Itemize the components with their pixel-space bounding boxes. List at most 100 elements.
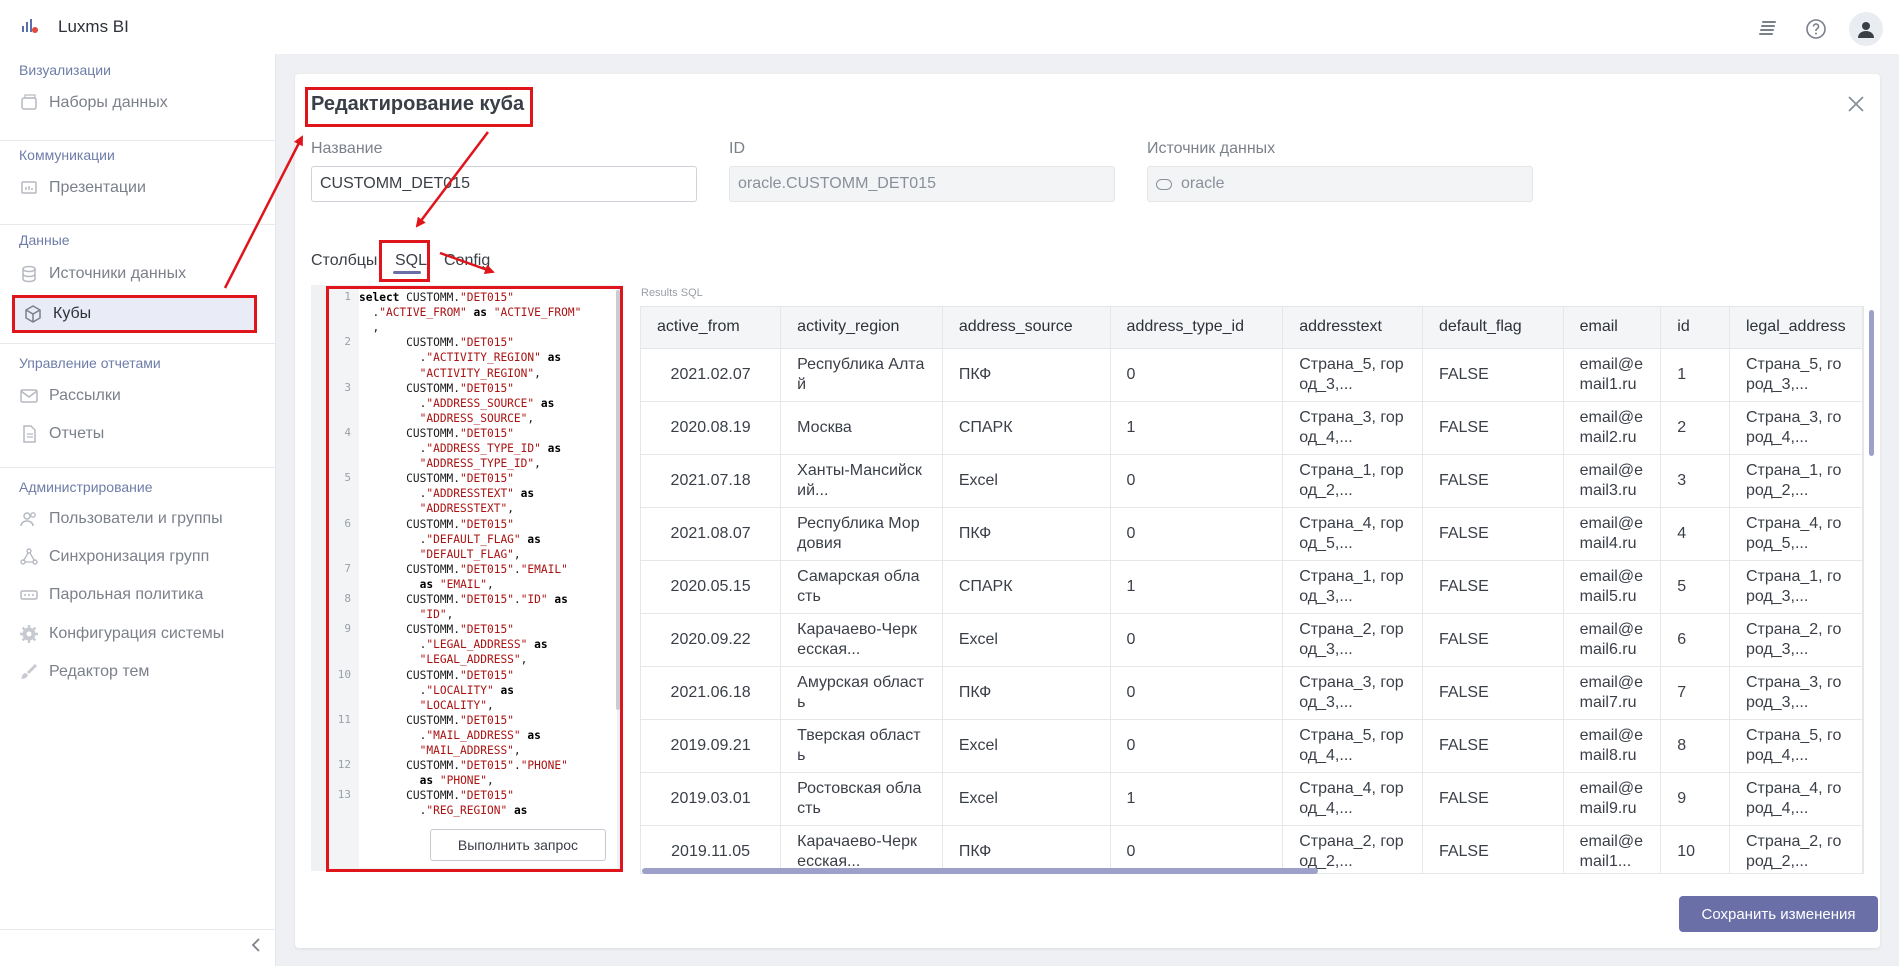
column-header-addresstext[interactable]: addresstext <box>1282 307 1423 349</box>
table-cell: 0 <box>1110 825 1284 873</box>
table-cell: Страна_1, город_2,... <box>1729 454 1863 508</box>
sidebar-item-mailings[interactable]: Рассылки <box>19 381 121 411</box>
line-number: 10 <box>337 667 351 681</box>
table-cell: 2021.06.18 <box>641 666 782 720</box>
table-cell: 8 <box>1660 719 1730 773</box>
line-number: 3 <box>344 380 351 394</box>
table-cell: Карачаево-Черкесская... <box>780 825 943 873</box>
sidebar-item-data-sources[interactable]: Источники данных <box>19 259 186 289</box>
tab-columns[interactable]: Столбцы <box>311 252 377 270</box>
table-cell: 1 <box>1110 401 1284 455</box>
sidebar-item-system-config[interactable]: Конфигурация системы <box>19 619 224 649</box>
table-cell: 2020.08.19 <box>641 401 782 455</box>
table-cell: ПКФ <box>942 507 1111 561</box>
gear-icon <box>20 625 38 643</box>
table-cell: Тверская область <box>780 719 943 773</box>
sidebar-item-label: Отчеты <box>49 425 105 442</box>
line-number: 12 <box>337 758 351 772</box>
table-cell: Страна_2, город_2,... <box>1729 825 1863 873</box>
table-cell: Москва <box>780 401 943 455</box>
sidebar-item-users-groups[interactable]: Пользователи и группы <box>19 504 223 534</box>
table-cell: Страна_5, город_4,... <box>1729 719 1863 773</box>
table-cell: FALSE <box>1422 772 1564 826</box>
table-cell: 2019.09.21 <box>641 719 782 773</box>
sidebar-item-label: Кубы <box>53 305 92 322</box>
table-vertical-scrollbar[interactable] <box>1869 310 1874 456</box>
column-header-active_from[interactable]: active_from <box>641 307 782 349</box>
table-cell: 1 <box>1660 348 1730 402</box>
column-header-activity_region[interactable]: activity_region <box>780 307 943 349</box>
table-cell: Страна_3, город_4,... <box>1282 401 1423 455</box>
table-cell: FALSE <box>1422 613 1564 667</box>
sidebar-section-reports: Управление отчетами <box>19 355 161 371</box>
table-cell: Республика Мордовия <box>780 507 943 561</box>
table-horizontal-scrollbar[interactable] <box>642 868 1318 874</box>
sidebar-item-datasets[interactable]: Наборы данных <box>19 88 168 118</box>
table-cell: СПАРК <box>942 401 1111 455</box>
app-title[interactable]: Luxms BI <box>58 17 129 37</box>
column-header-legal_address[interactable]: legal_address <box>1729 307 1863 349</box>
name-input[interactable]: CUSTOMM_DET015 <box>311 166 697 202</box>
table-cell: Страна_4, город_5,... <box>1282 507 1423 561</box>
table-cell: email@email3.ru <box>1563 454 1662 508</box>
table-cell: email@email2.ru <box>1563 401 1662 455</box>
line-number: 8 <box>344 592 351 605</box>
sidebar-section-visualizations: Визуализации <box>19 62 111 78</box>
help-icon[interactable] <box>1801 14 1831 44</box>
line-number: 1 <box>344 290 351 303</box>
sidebar-item-group-sync[interactable]: Синхронизация групп <box>19 542 209 572</box>
table-row: 2021.08.07 Республика Мордовия ПКФ 0 Страна_… <box>641 507 1863 561</box>
source-pill-icon <box>1156 178 1172 190</box>
save-changes-button[interactable]: Сохранить изменения <box>1679 896 1878 932</box>
sidebar-item-label: Синхронизация групп <box>49 548 210 565</box>
table-row: 2020.05.15 Самарская область СПАРК 1 Страна_… <box>641 560 1863 614</box>
table-cell: 10 <box>1660 825 1730 873</box>
table-cell: 2019.11.05 <box>641 825 782 873</box>
sidebar-item-cubes[interactable]: Кубы <box>12 295 257 333</box>
sidebar-divider <box>0 224 276 225</box>
sidebar-divider <box>0 343 276 344</box>
table-cell: email@email5.ru <box>1563 560 1662 614</box>
collapse-sidebar-icon[interactable] <box>250 936 262 957</box>
sidebar-item-theme-editor[interactable]: Редактор тем <box>19 657 149 687</box>
table-cell: Страна_2, город_3,... <box>1282 613 1423 667</box>
sidebar-item-reports[interactable]: Отчеты <box>19 419 104 449</box>
table-cell: 1 <box>1110 560 1284 614</box>
stack-icon[interactable] <box>1753 14 1783 44</box>
id-value: oracle.CUSTOMM_DET015 <box>738 175 936 192</box>
table-cell: email@email6.ru <box>1563 613 1662 667</box>
column-header-default_flag[interactable]: default_flag <box>1422 307 1564 349</box>
table-cell: FALSE <box>1422 666 1564 720</box>
table-cell: 2 <box>1660 401 1730 455</box>
table-cell: Страна_2, город_2,... <box>1282 825 1423 873</box>
sync-icon <box>20 548 38 565</box>
column-header-id[interactable]: id <box>1660 307 1730 349</box>
close-icon[interactable] <box>1848 90 1864 116</box>
sidebar-item-presentations[interactable]: Презентации <box>19 173 146 203</box>
sidebar-item-label: Рассылки <box>49 387 121 404</box>
table-cell: Страна_4, город_5,... <box>1729 507 1863 561</box>
edit-cube-modal: Редактирование куба Название CUSTOMM_DET… <box>295 74 1880 948</box>
column-header-address_source[interactable]: address_source <box>942 307 1111 349</box>
line-number: 7 <box>344 561 351 575</box>
user-avatar[interactable] <box>1849 12 1883 46</box>
table-cell: 0 <box>1110 348 1284 402</box>
column-header-address_type_id[interactable]: address_type_id <box>1110 307 1284 349</box>
sidebar-item-password-policy[interactable]: Парольная политика <box>19 580 203 610</box>
line-number: 4 <box>344 425 351 439</box>
table-cell: Страна_1, город_2,... <box>1282 454 1423 508</box>
sidebar-item-label: Пользователи и группы <box>49 510 223 527</box>
table-cell: FALSE <box>1422 454 1564 508</box>
table-row: 2021.06.18 Амурская область ПКФ 0 Страна_3, … <box>641 666 1863 720</box>
table-cell: 2019.03.01 <box>641 772 782 826</box>
sidebar-item-label: Наборы данных <box>49 94 168 111</box>
tab-config[interactable]: Config <box>444 252 490 270</box>
table-cell: 2021.08.07 <box>641 507 782 561</box>
mail-icon <box>20 389 38 403</box>
table-cell: 0 <box>1110 507 1284 561</box>
table-row: 2019.11.05 Карачаево-Черкесская... ПКФ 0 Стр… <box>641 825 1863 873</box>
sidebar-section-data: Данные <box>19 232 70 248</box>
table-row: 2019.09.21 Тверская область Excel 0 Страна_5… <box>641 719 1863 773</box>
table-cell: 0 <box>1110 454 1284 508</box>
column-header-email[interactable]: email <box>1563 307 1662 349</box>
